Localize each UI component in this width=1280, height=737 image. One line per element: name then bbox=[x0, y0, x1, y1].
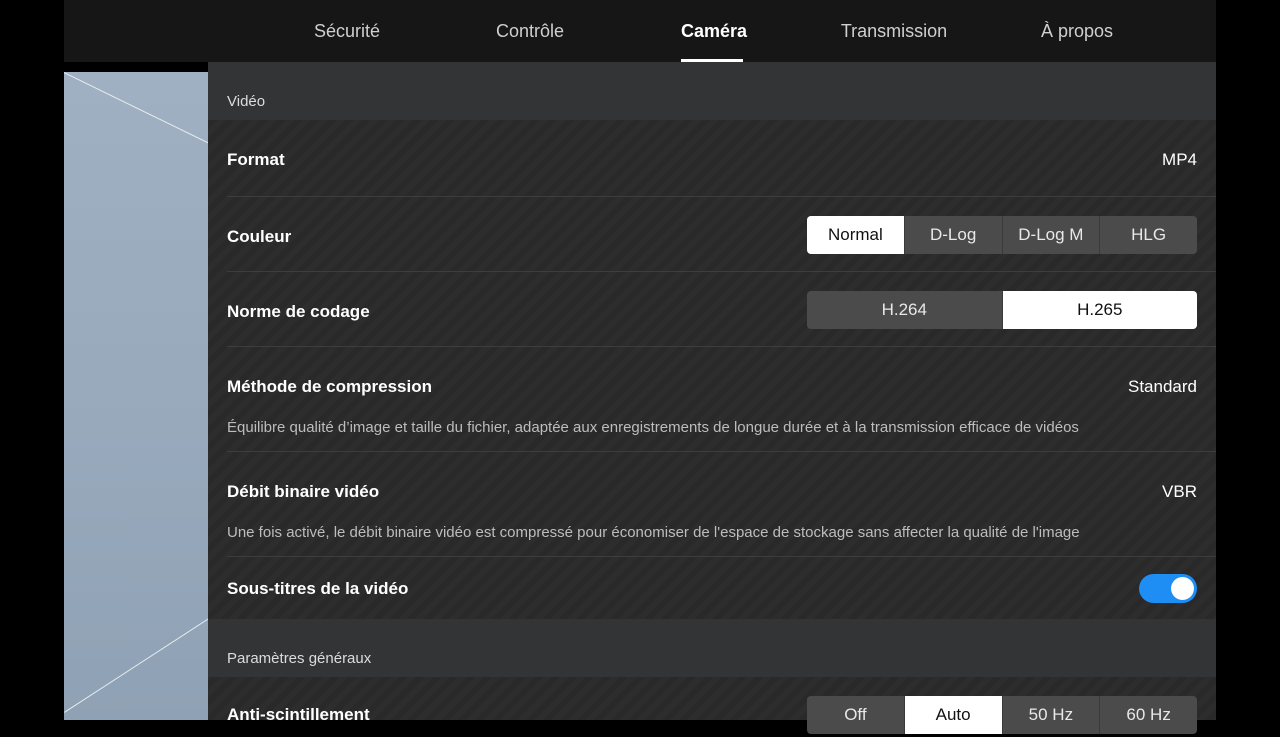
bitrate-row[interactable]: Débit binaire vidéo VBR Une fois activé,… bbox=[227, 452, 1216, 556]
right-black-bar bbox=[1216, 0, 1280, 720]
format-row[interactable]: Format MP4 bbox=[227, 120, 1216, 196]
codec-selector[interactable]: H.264 H.265 bbox=[807, 291, 1197, 329]
antiflicker-option-off[interactable]: Off bbox=[807, 696, 904, 734]
color-option-dlogm[interactable]: D-Log M bbox=[1001, 216, 1100, 254]
tab-transmission[interactable]: Transmission bbox=[830, 0, 958, 62]
compression-value: Standard bbox=[1128, 377, 1197, 396]
color-mode-selector[interactable]: Normal D-Log D-Log M HLG bbox=[807, 216, 1197, 254]
tab-label: Sécurité bbox=[313, 21, 381, 41]
section-header-video: Vidéo bbox=[208, 62, 1216, 120]
color-option-hlg[interactable]: HLG bbox=[1099, 216, 1197, 254]
antiflicker-selector[interactable]: Off Auto 50 Hz 60 Hz bbox=[807, 696, 1197, 734]
codec-option-h264[interactable]: H.264 bbox=[807, 291, 1002, 329]
compression-label: Méthode de compression bbox=[227, 377, 432, 396]
format-label: Format bbox=[227, 150, 285, 169]
codec-label: Norme de codage bbox=[227, 302, 370, 321]
bitrate-label: Débit binaire vidéo bbox=[227, 482, 380, 501]
subtitles-label: Sous-titres de la vidéo bbox=[227, 579, 409, 598]
antiflicker-option-auto[interactable]: Auto bbox=[903, 696, 1002, 734]
format-value: MP4 bbox=[1162, 150, 1197, 169]
color-option-normal[interactable]: Normal bbox=[807, 216, 904, 254]
antiflicker-option-50hz[interactable]: 50 Hz bbox=[1001, 696, 1100, 734]
subtitles-row: Sous-titres de la vidéo bbox=[227, 557, 1216, 619]
tab-label: Caméra bbox=[681, 21, 748, 41]
left-black-bar bbox=[0, 0, 64, 720]
section-title: Paramètres généraux bbox=[227, 650, 372, 667]
section-title: Vidéo bbox=[227, 93, 266, 110]
tab-label: Contrôle bbox=[495, 21, 565, 41]
tab-securite[interactable]: Sécurité bbox=[294, 0, 400, 62]
tab-camera[interactable]: Caméra bbox=[681, 0, 747, 62]
camera-settings-panel[interactable]: Vidéo Format MP4 Couleur Normal D-Log D-… bbox=[208, 62, 1216, 734]
bitrate-description: Une fois activé, le débit binaire vidéo … bbox=[227, 524, 1080, 541]
tab-controle[interactable]: Contrôle bbox=[476, 0, 584, 62]
section-header-general: Paramètres généraux bbox=[208, 619, 1216, 677]
compression-row[interactable]: Méthode de compression Standard Équilibr… bbox=[227, 347, 1216, 451]
subtitles-toggle[interactable] bbox=[1139, 574, 1197, 603]
settings-tab-bar: Sécurité Contrôle Caméra Transmission À … bbox=[64, 0, 1216, 62]
antiflicker-option-60hz[interactable]: 60 Hz bbox=[1099, 696, 1197, 734]
antiflicker-label: Anti-scintillement bbox=[227, 705, 370, 724]
color-label: Couleur bbox=[227, 227, 292, 246]
codec-option-h265[interactable]: H.265 bbox=[1001, 291, 1197, 329]
bitrate-value: VBR bbox=[1162, 482, 1197, 501]
tab-a-propos[interactable]: À propos bbox=[1026, 0, 1128, 62]
toggle-knob bbox=[1171, 577, 1194, 600]
color-option-dlog[interactable]: D-Log bbox=[903, 216, 1002, 254]
tab-label: Transmission bbox=[840, 21, 948, 41]
compression-description: Équilibre qualité d’image et taille du f… bbox=[227, 419, 1079, 436]
tab-label: À propos bbox=[1040, 21, 1114, 41]
